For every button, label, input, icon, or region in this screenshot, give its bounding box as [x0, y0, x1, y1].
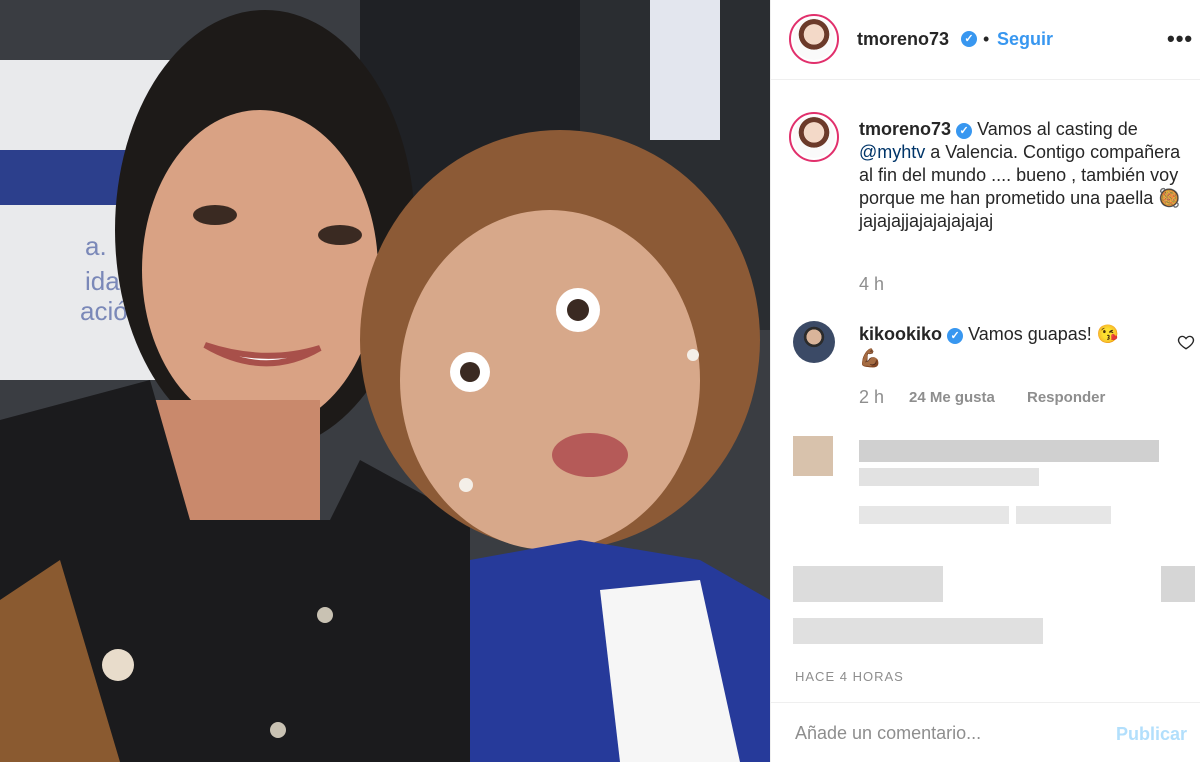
- caption-mention-link[interactable]: @myhtv: [859, 142, 925, 162]
- separator-dot: •: [983, 29, 990, 49]
- heart-outline-icon[interactable]: [1177, 333, 1195, 351]
- comment-text-line2: 💪🏾: [859, 348, 882, 368]
- caption-avatar[interactable]: [789, 112, 839, 162]
- svg-text:a.: a.: [85, 231, 107, 261]
- post-details-panel: tmoreno73 ✓ • Seguir ••• tmoreno73 ✓ Vam…: [770, 0, 1200, 762]
- svg-text:ida: ida: [85, 266, 120, 296]
- blurred-comment: [771, 430, 1200, 540]
- comment-username[interactable]: kikookiko: [859, 324, 942, 344]
- more-options-icon[interactable]: •••: [1167, 26, 1193, 52]
- comment-body: kikookiko ✓ Vamos guapas! 😘 💪🏾: [859, 322, 1159, 370]
- blurred-comment: [771, 560, 1200, 650]
- comment-likes[interactable]: 24 Me gusta: [909, 389, 995, 406]
- verified-badge-icon: ✓: [956, 123, 973, 139]
- post-timestamp[interactable]: HACE 4 HORAS: [795, 669, 904, 684]
- comment-time[interactable]: 2 h: [859, 387, 884, 408]
- paella-emoji: 🥘: [1158, 188, 1181, 208]
- author-avatar[interactable]: [789, 14, 839, 64]
- commenter-avatar[interactable]: [793, 321, 835, 363]
- comment-text: Vamos guapas! 😘: [968, 324, 1120, 344]
- caption-username[interactable]: tmoreno73: [859, 119, 951, 139]
- follow-button[interactable]: Seguir: [997, 29, 1053, 50]
- verified-badge-icon: ✓: [947, 328, 964, 344]
- caption-time[interactable]: 4 h: [859, 274, 884, 295]
- caption-text-end: jajajajjajajajajajaj: [859, 211, 994, 231]
- verified-badge-icon: ✓: [961, 31, 977, 47]
- post-photo[interactable]: a. ida ación.: [0, 0, 770, 762]
- publish-button[interactable]: Publicar: [1116, 724, 1187, 745]
- post-header: tmoreno73 ✓ • Seguir •••: [771, 0, 1200, 80]
- selfie-image: a. ida ación.: [0, 0, 770, 762]
- author-username[interactable]: tmoreno73: [857, 29, 949, 50]
- reply-button[interactable]: Responder: [1027, 389, 1105, 406]
- post-caption: tmoreno73 ✓ Vamos al casting de @myhtv a…: [859, 118, 1191, 233]
- add-comment-bar: Publicar: [771, 702, 1200, 762]
- caption-text-start: Vamos al casting de: [977, 119, 1138, 139]
- comment-input[interactable]: [793, 715, 1097, 751]
